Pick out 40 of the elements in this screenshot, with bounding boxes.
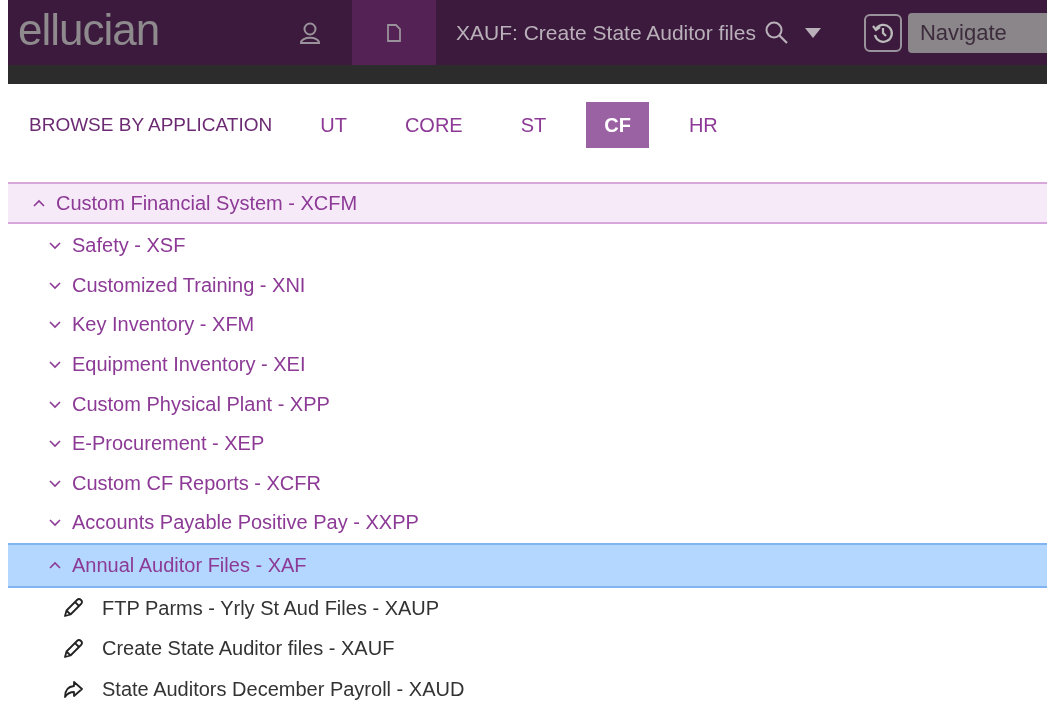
history-button[interactable] <box>863 13 902 52</box>
tree-item[interactable]: Annual Auditor Files - XAF <box>8 542 1047 588</box>
chevron-down-icon[interactable] <box>48 280 62 290</box>
chevron-down-icon[interactable] <box>48 241 62 251</box>
application-tab[interactable]: HR <box>670 102 736 148</box>
chevron-down-icon[interactable] <box>48 399 62 409</box>
logo: ellucian <box>17 4 161 56</box>
tree-leaf[interactable]: FTP Parms - Yrly St Aud Files - XAUP <box>8 587 1047 629</box>
pencil-icon <box>62 597 84 619</box>
chevron-up-icon[interactable] <box>48 560 62 570</box>
tree-item[interactable]: Custom CF Reports - XCFR <box>8 463 1047 504</box>
application-tab[interactable]: UT <box>302 102 365 148</box>
document-icon <box>386 22 402 43</box>
navigate-button[interactable]: Navigate <box>907 12 1047 53</box>
tree-item[interactable]: Safety - XSF <box>8 226 1047 266</box>
tree-leaf[interactable]: State Auditors December Payroll - XAUD <box>8 668 1047 702</box>
tree-item[interactable]: Equipment Inventory - XEI <box>8 344 1047 385</box>
chevron-down-icon[interactable] <box>48 478 62 488</box>
browse-label: BROWSE BY APPLICATION <box>29 114 273 136</box>
tree-item[interactable]: Customized Training - XNI <box>8 265 1047 306</box>
chevron-up-icon[interactable] <box>32 198 46 208</box>
tree-item[interactable]: Key Inventory - XFM <box>8 305 1047 345</box>
application-tab[interactable]: CORE <box>386 102 481 148</box>
application-tab[interactable]: CF <box>586 102 649 148</box>
share-arrow-icon <box>62 678 84 700</box>
user-icon <box>299 20 321 45</box>
tree-leaf[interactable]: Create State Auditor files - XAUF <box>8 628 1047 669</box>
page-title: XAUF: Create State Auditor files <box>456 20 756 45</box>
tree-item[interactable]: Custom Financial System - XCFM <box>8 182 1047 224</box>
dropdown-icon[interactable] <box>803 26 822 39</box>
chevron-down-icon[interactable] <box>48 439 62 449</box>
pencil-icon <box>62 637 84 660</box>
chevron-down-icon[interactable] <box>48 320 62 330</box>
chevron-down-icon[interactable] <box>48 360 62 370</box>
application-tab[interactable]: ST <box>502 102 565 148</box>
search-icon[interactable] <box>763 19 790 46</box>
tree-item[interactable]: E-Procurement - XEP <box>8 423 1047 464</box>
tree-item[interactable]: Accounts Payable Positive Pay - XXPP <box>8 503 1047 543</box>
tree-item[interactable]: Custom Physical Plant - XPP <box>8 384 1047 424</box>
chevron-down-icon[interactable] <box>48 518 62 528</box>
